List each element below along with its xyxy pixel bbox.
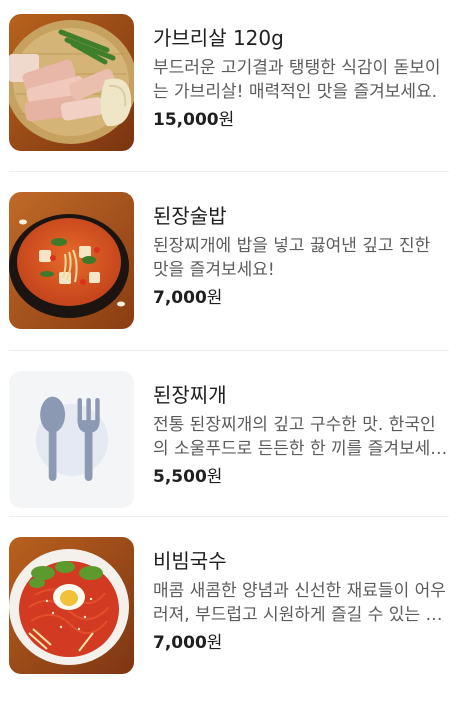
menu-item-image xyxy=(9,537,134,674)
menu-item-image xyxy=(9,14,134,151)
price-amount: 15,000 xyxy=(153,110,219,130)
menu-item-description: 부드러운 고기결과 탱탱한 식감이 돋보이는 가브리살! 매력적인 맛을 즐겨보… xyxy=(153,58,441,102)
menu-item-doenjang-jjigae[interactable]: 된장찌개 전통 된장찌개의 깊고 구수한 맛. 한국인의 소울푸드로 든든한 한… xyxy=(0,371,469,544)
menu-item-price: 5,500원 xyxy=(153,465,449,489)
menu-item-image xyxy=(9,371,134,508)
menu-item-info: 된장술밥 된장찌개에 밥을 넣고 끓여낸 깊고 진한 맛을 즐겨보세요! 7,0… xyxy=(153,202,449,310)
image-placeholder xyxy=(9,371,134,508)
menu-item-info: 가브리살 120g 부드러운 고기결과 탱탱한 식감이 돋보이는 가브리살! 매… xyxy=(153,24,449,132)
menu-item-info: 비빔국수 매콤 새콤한 양념과 신선한 재료들이 어우러져, 부드럽고 시원하게… xyxy=(153,547,449,655)
menu-item-info: 된장찌개 전통 된장찌개의 깊고 구수한 맛. 한국인의 소울푸드로 든든한 한… xyxy=(153,381,449,489)
placeholder-circle xyxy=(35,396,108,482)
menu-item-description: 된장찌개에 밥을 넣고 끓여낸 깊고 진한 맛을 즐겨보세요! xyxy=(153,236,431,280)
divider xyxy=(9,516,449,517)
menu-item-name: 가브리살 120g xyxy=(153,26,284,50)
price-currency: 원 xyxy=(206,467,223,487)
price-currency: 원 xyxy=(218,110,235,130)
menu-item-price: 15,000원 xyxy=(153,108,449,132)
utensils-icon xyxy=(39,396,100,482)
menu-item-name: 비빔국수 xyxy=(153,549,227,573)
menu-item-doenjang-sulbap[interactable]: 된장술밥 된장찌개에 밥을 넣고 끓여낸 깊고 진한 맛을 즐겨보세요! 7,0… xyxy=(0,192,469,365)
menu-item-price: 7,000원 xyxy=(153,631,449,655)
divider xyxy=(9,171,449,172)
price-currency: 원 xyxy=(206,288,223,308)
menu-item-description: 매콤 새콤한 양념과 신선한 재료들이 어우러져, 부드럽고 시원하게 즐길 수… xyxy=(153,581,446,625)
menu-item-name: 된장술밥 xyxy=(153,204,227,228)
menu-item-bibim-guksu[interactable]: 비빔국수 매콤 새콤한 양념과 신선한 재료들이 어우러져, 부드럽고 시원하게… xyxy=(0,537,469,710)
menu-item-gabrisal[interactable]: 가브리살 120g 부드러운 고기결과 탱탱한 식감이 돋보이는 가브리살! 매… xyxy=(0,14,469,187)
menu-item-price: 7,000원 xyxy=(153,286,449,310)
menu-item-name: 된장찌개 xyxy=(153,383,227,407)
price-currency: 원 xyxy=(206,633,223,653)
grilled-pork-photo xyxy=(9,14,134,151)
price-amount: 7,000 xyxy=(153,633,207,653)
divider xyxy=(9,350,449,351)
doenjang-rice-stew-photo xyxy=(9,192,134,329)
menu-item-image xyxy=(9,192,134,329)
menu-list: 가브리살 120g 부드러운 고기결과 탱탱한 식감이 돋보이는 가브리살! 매… xyxy=(0,0,469,678)
price-amount: 5,500 xyxy=(153,467,207,487)
bibim-noodle-photo xyxy=(9,537,134,674)
menu-item-description: 전통 된장찌개의 깊고 구수한 맛. 한국인의 소울푸드로 든든한 한 끼를 즐… xyxy=(153,415,436,459)
price-amount: 7,000 xyxy=(153,288,207,308)
